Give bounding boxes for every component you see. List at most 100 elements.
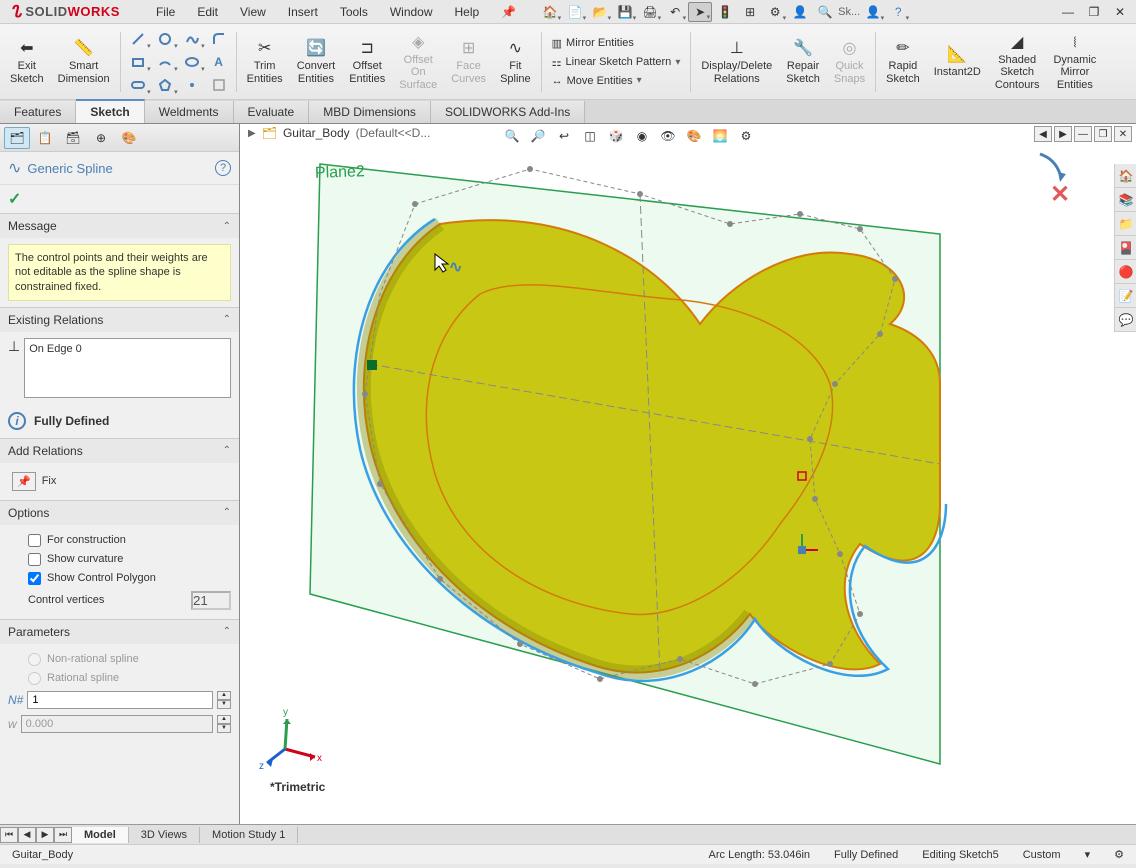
question-icon[interactable]: ? xyxy=(886,2,910,22)
relations-list[interactable]: On Edge 0 xyxy=(24,338,231,398)
line-icon[interactable] xyxy=(125,28,151,50)
window-minimize-icon[interactable]: — xyxy=(1056,2,1080,22)
search-icon[interactable]: 🔍 xyxy=(813,2,837,22)
new-icon[interactable]: 📄 xyxy=(563,2,587,22)
doc-restore-icon[interactable]: ❐ xyxy=(1094,126,1112,142)
show-control-polygon-checkbox[interactable]: Show Control Polygon xyxy=(8,569,231,588)
confirmation-corner[interactable]: ✕ xyxy=(1040,154,1070,208)
text-icon[interactable]: A xyxy=(206,51,232,73)
fillet-icon[interactable] xyxy=(206,28,232,50)
prev-view-icon[interactable]: ↩ xyxy=(552,124,576,148)
zoom-fit-icon[interactable]: 🔍 xyxy=(500,124,524,148)
menu-view[interactable]: View xyxy=(230,2,276,22)
view-palette-icon[interactable]: 🎴 xyxy=(1115,236,1136,260)
user-icon[interactable]: 👤 xyxy=(788,2,812,22)
parameters-header[interactable]: Parameters⌃ xyxy=(0,620,239,644)
mirror-button[interactable]: ▥Mirror Entities xyxy=(546,35,687,52)
custom-props-icon[interactable]: 📝 xyxy=(1115,284,1136,308)
feature-tree-tab-icon[interactable]: 🗂 xyxy=(4,127,30,149)
save-icon[interactable]: 💾 xyxy=(613,2,637,22)
linear-pattern-button[interactable]: ⚏Linear Sketch Pattern▾ xyxy=(546,54,687,71)
fix-relation-button[interactable]: 📌Fix xyxy=(8,469,231,494)
polygon-icon[interactable] xyxy=(152,74,178,96)
doc-prev-icon[interactable]: ◀ xyxy=(1034,126,1052,142)
home-icon[interactable]: 🏠 xyxy=(538,2,562,22)
bottom-tab-model[interactable]: Model xyxy=(72,827,129,843)
options-icon[interactable]: ⊞ xyxy=(738,2,762,22)
menu-edit[interactable]: Edit xyxy=(187,2,228,22)
doc-minimize-icon[interactable]: — xyxy=(1074,126,1092,142)
file-explorer-icon[interactable]: 📁 xyxy=(1115,212,1136,236)
property-tab-icon[interactable]: 📋 xyxy=(32,127,58,149)
view-triad[interactable]: x y z xyxy=(259,707,322,772)
relation-item[interactable]: On Edge 0 xyxy=(29,343,226,355)
menu-insert[interactable]: Insert xyxy=(278,2,328,22)
offset-button[interactable]: ⊐Offset Entities xyxy=(343,27,391,97)
undo-icon[interactable]: ↶ xyxy=(663,2,687,22)
config-tab-icon[interactable]: 🗃 xyxy=(60,127,86,149)
zoom-area-icon[interactable]: 🔎 xyxy=(526,124,550,148)
section-view-icon[interactable]: ◫ xyxy=(578,124,602,148)
window-restore-icon[interactable]: ❐ xyxy=(1082,2,1106,22)
for-construction-checkbox[interactable]: For construction xyxy=(8,531,231,550)
spline-icon[interactable] xyxy=(179,28,205,50)
print-icon[interactable]: 🖨 xyxy=(638,2,662,22)
exit-sketch-button[interactable]: ⬅Exit Sketch xyxy=(4,27,50,97)
tab-last-icon[interactable]: ⏭ xyxy=(54,827,72,843)
tab-first-icon[interactable]: ⏮ xyxy=(0,827,18,843)
slot-icon[interactable] xyxy=(125,74,151,96)
cancel-x-icon[interactable]: ✕ xyxy=(1050,181,1070,208)
doc-next-icon[interactable]: ▶ xyxy=(1054,126,1072,142)
param-1-field[interactable] xyxy=(27,691,213,709)
ok-checkmark-icon[interactable]: ✓ xyxy=(8,191,21,208)
instant2d-button[interactable]: 📐Instant2D xyxy=(928,27,987,97)
apply-scene-icon[interactable]: 🌅 xyxy=(708,124,732,148)
status-units[interactable]: Custom xyxy=(1019,849,1065,861)
help-icon[interactable]: 👤 xyxy=(861,2,885,22)
canvas[interactable]: ∿ ✕ x y z xyxy=(240,124,1136,824)
bottom-tab-3dviews[interactable]: 3D Views xyxy=(129,827,200,843)
status-caret-icon[interactable]: ▾ xyxy=(1081,848,1095,861)
dynamic-mirror-button[interactable]: ⧙Dynamic Mirror Entities xyxy=(1047,27,1102,97)
settings-icon[interactable]: ⚙ xyxy=(763,2,787,22)
message-header[interactable]: Message⌃ xyxy=(0,214,239,238)
point-icon[interactable] xyxy=(179,74,205,96)
shaded-contours-button[interactable]: ◢Shaded Sketch Contours xyxy=(989,27,1046,97)
status-settings-icon[interactable]: ⚙ xyxy=(1110,848,1128,861)
tab-prev-icon[interactable]: ◀ xyxy=(18,827,36,843)
rebuild-icon[interactable]: 🚦 xyxy=(713,2,737,22)
window-close-icon[interactable]: ✕ xyxy=(1108,2,1132,22)
spin-up-icon[interactable]: ▲ xyxy=(217,691,231,700)
select-icon[interactable]: ➤ xyxy=(688,2,712,22)
convert-button[interactable]: 🔄Convert Entities xyxy=(291,27,342,97)
graphics-area[interactable]: ▶ 🗂 Guitar_Body (Default<<D... 🔍 🔎 ↩ ◫ 🎲… xyxy=(240,124,1136,824)
hide-show-icon[interactable]: 👁 xyxy=(656,124,680,148)
resources-icon[interactable]: 🏠 xyxy=(1115,164,1136,188)
display-style-icon[interactable]: ◉ xyxy=(630,124,654,148)
menu-window[interactable]: Window xyxy=(380,2,443,22)
menu-file[interactable]: File xyxy=(146,2,185,22)
tab-mbd[interactable]: MBD Dimensions xyxy=(309,101,431,123)
tab-addins[interactable]: SOLIDWORKS Add-Ins xyxy=(431,101,585,123)
options-header[interactable]: Options⌃ xyxy=(0,501,239,525)
appearances-icon[interactable]: 🔴 xyxy=(1115,260,1136,284)
endpoint-marker[interactable] xyxy=(367,360,377,370)
bottom-tab-motion[interactable]: Motion Study 1 xyxy=(200,827,298,843)
fit-spline-button[interactable]: ∿Fit Spline xyxy=(494,27,537,97)
smart-dimension-button[interactable]: 📏Smart Dimension xyxy=(52,27,116,97)
display-tab-icon[interactable]: 🎨 xyxy=(116,127,142,149)
view-orient-icon[interactable]: 🎲 xyxy=(604,124,628,148)
add-relations-header[interactable]: Add Relations⌃ xyxy=(0,439,239,463)
spin-down-icon[interactable]: ▼ xyxy=(217,700,231,709)
forum-icon[interactable]: 💬 xyxy=(1115,308,1136,332)
tab-features[interactable]: Features xyxy=(0,101,76,123)
tab-evaluate[interactable]: Evaluate xyxy=(234,101,310,123)
menu-help[interactable]: Help xyxy=(445,2,490,22)
tab-next-icon[interactable]: ▶ xyxy=(36,827,54,843)
open-icon[interactable]: 📂 xyxy=(588,2,612,22)
part-name[interactable]: Guitar_Body xyxy=(283,126,350,140)
breadcrumb-expand-icon[interactable]: ▶ xyxy=(248,128,256,139)
doc-close-icon[interactable]: ✕ xyxy=(1114,126,1132,142)
dimxpert-tab-icon[interactable]: ⊕ xyxy=(88,127,114,149)
show-curvature-checkbox[interactable]: Show curvature xyxy=(8,550,231,569)
